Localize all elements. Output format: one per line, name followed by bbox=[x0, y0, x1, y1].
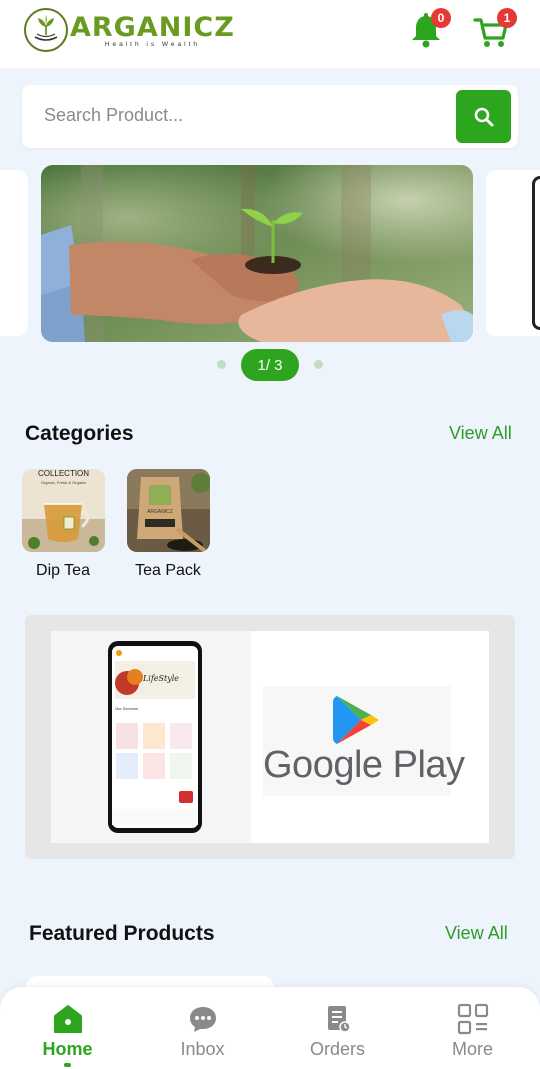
pouch-brand-text: ARGANICZ bbox=[147, 509, 173, 515]
nav-home-label: Home bbox=[42, 1039, 93, 1059]
chat-icon bbox=[187, 1003, 219, 1035]
carousel-dot[interactable] bbox=[314, 360, 323, 369]
featured-products-title: Featured Products bbox=[29, 922, 215, 945]
nav-more-label: More bbox=[451, 1039, 493, 1059]
promo-banner[interactable]: LifeStyle Our Services Google Play bbox=[25, 615, 515, 859]
active-indicator bbox=[64, 1063, 71, 1067]
category-dip-tea-image[interactable]: COLLECTION Organic, Fresh & Organic bbox=[22, 469, 105, 552]
logo-emblem-icon bbox=[24, 8, 68, 52]
categories-view-all-link[interactable]: View All bbox=[449, 423, 512, 444]
google-play-label: Google Play bbox=[263, 744, 465, 786]
brand-logo[interactable]: ARGANICZ Health is Wealth bbox=[24, 8, 235, 52]
search-icon bbox=[474, 107, 493, 126]
hero-banner-image[interactable] bbox=[41, 165, 473, 342]
nav-more[interactable]: More bbox=[405, 987, 540, 1069]
nav-inbox[interactable]: Inbox bbox=[135, 987, 270, 1069]
carousel-pager: 1/ 3 bbox=[241, 349, 299, 381]
search-bar bbox=[22, 85, 518, 148]
tea-pouch-image: ARGANICZ bbox=[127, 469, 210, 552]
search-button[interactable] bbox=[456, 90, 511, 143]
brand-tagline: Health is Wealth bbox=[104, 40, 200, 48]
featured-view-all-link[interactable]: View All bbox=[445, 923, 508, 944]
carousel-prev-slide[interactable] bbox=[0, 170, 28, 336]
phone-headline: LifeStyle bbox=[142, 674, 179, 683]
nav-orders[interactable]: Orders bbox=[270, 987, 405, 1069]
nav-orders-label: Orders bbox=[309, 1039, 365, 1059]
category-tea-pack-image[interactable]: ARGANICZ bbox=[127, 469, 210, 552]
promo-card: LifeStyle Our Services Google Play bbox=[51, 631, 489, 843]
category-label[interactable]: Dip Tea bbox=[3, 562, 123, 580]
bottom-navigation: Home Inbox Orders More bbox=[0, 987, 540, 1069]
app-header: ARGANICZ Health is Wealth 0 1 bbox=[0, 0, 540, 68]
tea-cup-image: COLLECTION Organic, Fresh & Organic bbox=[22, 469, 105, 552]
cart-badge: 1 bbox=[497, 8, 517, 28]
categories-title: Categories bbox=[25, 422, 134, 445]
search-input[interactable] bbox=[44, 105, 444, 126]
nav-home[interactable]: Home bbox=[0, 987, 135, 1069]
grid-icon bbox=[457, 1003, 489, 1035]
notification-button[interactable]: 0 bbox=[409, 8, 451, 50]
home-icon bbox=[52, 1003, 84, 1035]
carousel-dot[interactable] bbox=[217, 360, 226, 369]
nav-inbox-label: Inbox bbox=[180, 1039, 225, 1059]
phone-section: Our Services bbox=[115, 706, 138, 711]
app-phone-mockup-image: LifeStyle Our Services bbox=[51, 631, 251, 843]
carousel-next-slide[interactable] bbox=[486, 170, 540, 336]
category-image-caption: COLLECTION bbox=[38, 469, 89, 478]
brand-name: ARGANICZ bbox=[70, 11, 235, 43]
hands-holding-seedling-image bbox=[41, 165, 473, 342]
category-image-subcaption: Organic, Fresh & Organic bbox=[41, 480, 86, 485]
orders-icon bbox=[322, 1003, 354, 1035]
notification-badge: 0 bbox=[431, 8, 451, 28]
category-label[interactable]: Tea Pack bbox=[108, 562, 228, 580]
cart-button[interactable]: 1 bbox=[473, 8, 517, 50]
